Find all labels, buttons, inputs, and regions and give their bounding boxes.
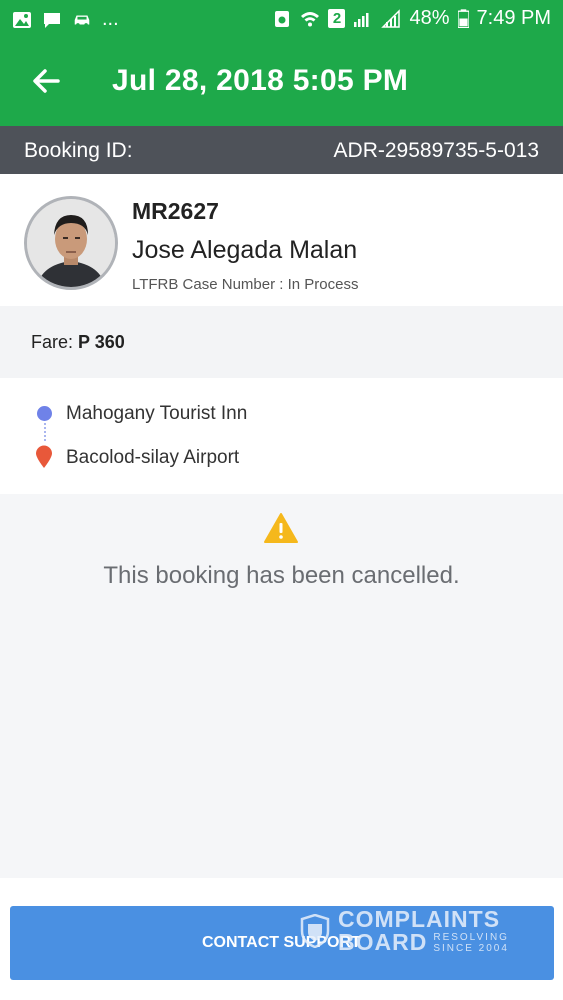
pickup-dot-icon xyxy=(37,406,52,421)
avatar xyxy=(24,196,118,290)
status-right-icons: 2 48% 7:49 PM xyxy=(272,7,551,30)
watermark-line2: BOARD RESOLVING SINCE 2004 xyxy=(338,929,509,955)
bottom-actions: CONTACT SUPPORT COMPLAINTS BOARD RESOLVI… xyxy=(0,878,563,1000)
more-notifications: ... xyxy=(102,8,119,30)
pickup-location: Mahogany Tourist Inn xyxy=(66,403,248,424)
watermark-tagline: RESOLVING SINCE 2004 xyxy=(433,932,509,954)
cancellation-message: This booking has been cancelled. xyxy=(103,562,460,589)
fare-value: P 360 xyxy=(78,332,125,352)
fare-label: Fare: xyxy=(31,332,74,352)
battery-percent: 48% xyxy=(409,7,450,29)
watermark-board: BOARD xyxy=(338,929,428,955)
vehicle-plate: MR2627 xyxy=(132,198,219,224)
driver-card: MR2627 Jose Alegada Malan LTFRB Case Num… xyxy=(0,174,563,306)
driver-photo-icon xyxy=(27,199,115,287)
chat-icon xyxy=(44,12,60,28)
sim-badge: 2 xyxy=(328,9,346,28)
car-icon xyxy=(74,14,90,27)
recycle-icon xyxy=(275,10,290,27)
cancellation-notice: This booking has been cancelled. xyxy=(0,494,563,878)
arrow-left-icon[interactable] xyxy=(28,63,64,99)
status-bar: ... 2 48% 7:49 PM xyxy=(0,0,563,38)
booking-id-label: Booking ID: xyxy=(24,139,133,162)
dropoff-location: Bacolod-silay Airport xyxy=(66,447,240,468)
fare-row: Fare: P 360 xyxy=(0,306,563,378)
battery-icon xyxy=(457,9,469,28)
page-title: Jul 28, 2018 5:05 PM xyxy=(112,64,409,97)
warning-icon xyxy=(264,513,298,543)
dropoff-pin-icon xyxy=(36,445,52,468)
clock: 7:49 PM xyxy=(476,7,551,29)
signal-icon xyxy=(354,12,369,27)
route-section: Mahogany Tourist Inn Bacolod-silay Airpo… xyxy=(0,378,563,494)
signal-icon-2 xyxy=(381,8,401,28)
image-icon xyxy=(13,11,31,28)
complaints-board-watermark: COMPLAINTS BOARD RESOLVING SINCE 2004 xyxy=(300,908,509,954)
watermark-tag2: SINCE 2004 xyxy=(433,943,509,954)
wifi-icon xyxy=(301,11,320,26)
watermark-text: COMPLAINTS BOARD RESOLVING SINCE 2004 xyxy=(338,906,509,955)
watermark-tag1: RESOLVING xyxy=(433,932,509,943)
booking-id-bar: Booking ID: ADR-29589735-5-013 xyxy=(0,126,563,174)
ltfrb-case-number: LTFRB Case Number : In Process xyxy=(132,276,359,293)
shield-logo-icon xyxy=(300,914,330,948)
status-left-icons: ... xyxy=(12,8,119,31)
route-connector xyxy=(44,423,48,441)
watermark-line1: COMPLAINTS xyxy=(338,906,501,932)
app-bar: Jul 28, 2018 5:05 PM xyxy=(0,38,563,126)
booking-id-value: ADR-29589735-5-013 xyxy=(333,139,539,162)
driver-name: Jose Alegada Malan xyxy=(132,236,358,264)
fare-text: Fare: P 360 xyxy=(31,332,125,353)
